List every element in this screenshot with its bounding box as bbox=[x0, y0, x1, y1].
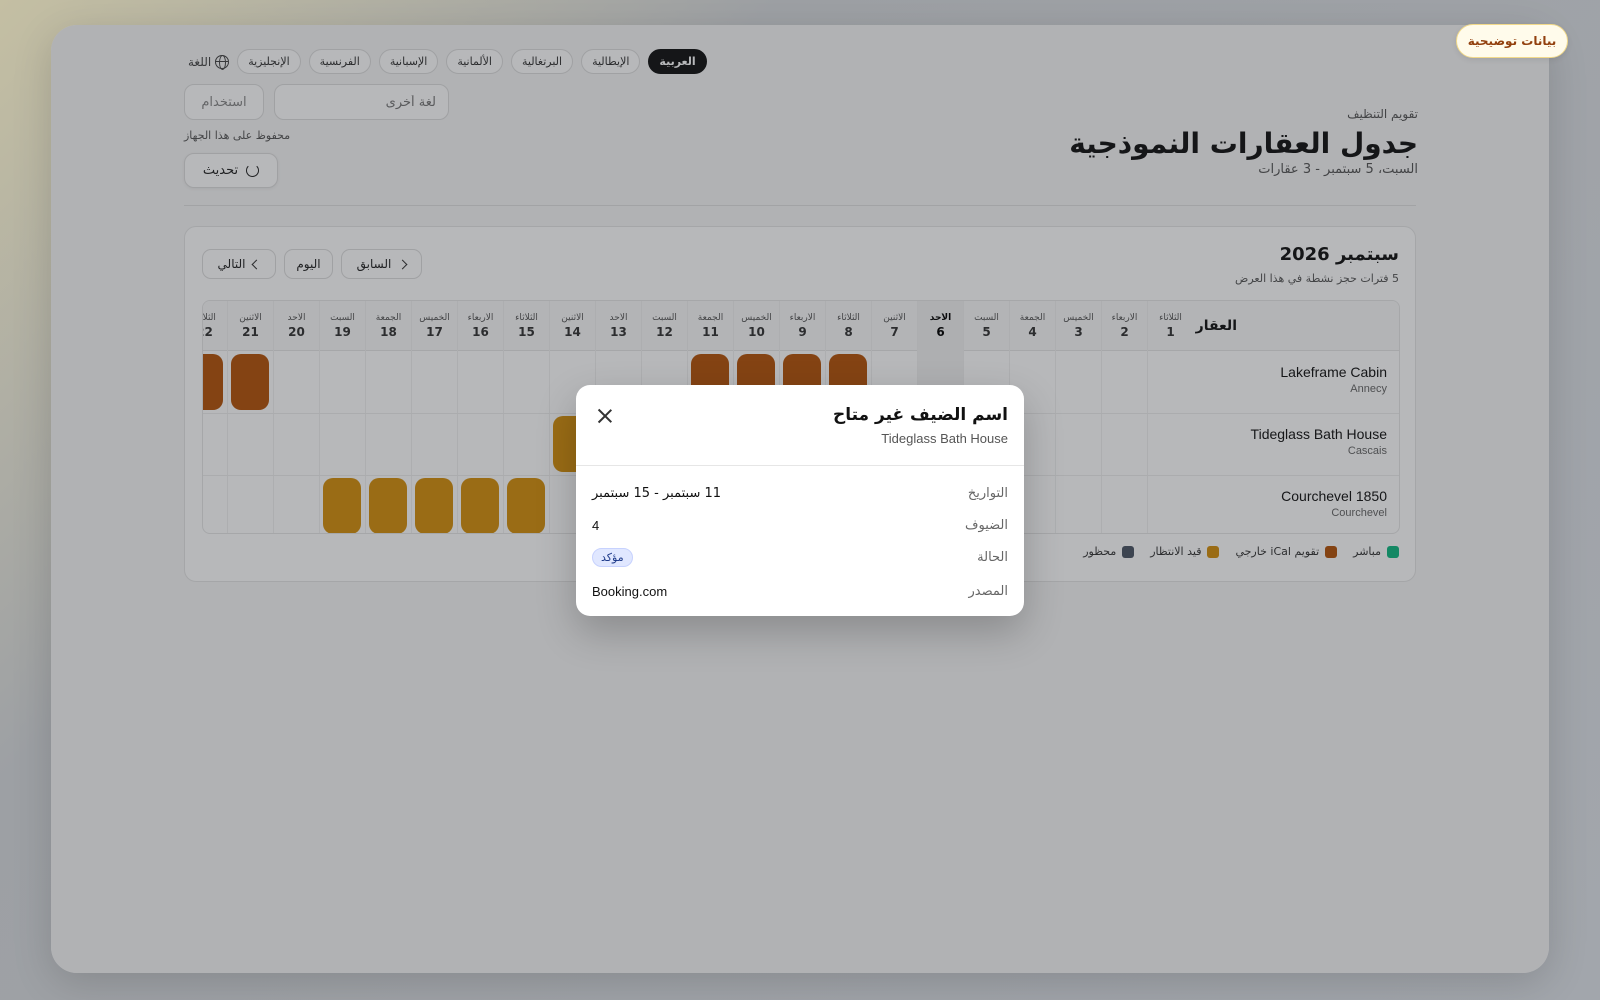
status-label: الحالة bbox=[977, 549, 1008, 565]
demo-data-badge[interactable]: بيانات توضيحية bbox=[1456, 24, 1568, 58]
guests-value: 4 bbox=[592, 517, 600, 533]
dates-label: التواريخ bbox=[967, 485, 1008, 501]
status-badge: مؤكد bbox=[592, 547, 633, 567]
detail-row-status: مؤكد الحالة bbox=[592, 547, 1008, 567]
booking-details-dialog: اسم الضيف غير متاح Tideglass Bath House … bbox=[576, 385, 1024, 616]
source-label: المصدر bbox=[968, 583, 1008, 599]
detail-row-source: Booking.com المصدر bbox=[592, 581, 1008, 601]
dialog-property: Tideglass Bath House bbox=[881, 431, 1008, 446]
dates-value: 11 سبتمبر - 15 سبتمبر bbox=[592, 485, 722, 501]
detail-row-guests: 4 الضيوف bbox=[592, 515, 1008, 535]
dialog-title: اسم الضيف غير متاح bbox=[832, 405, 1008, 425]
dialog-divider bbox=[576, 465, 1024, 466]
guests-label: الضيوف bbox=[965, 517, 1008, 533]
close-icon[interactable] bbox=[596, 407, 614, 425]
detail-row-dates: 11 سبتمبر - 15 سبتمبر التواريخ bbox=[592, 483, 1008, 503]
source-value: Booking.com bbox=[592, 583, 668, 599]
